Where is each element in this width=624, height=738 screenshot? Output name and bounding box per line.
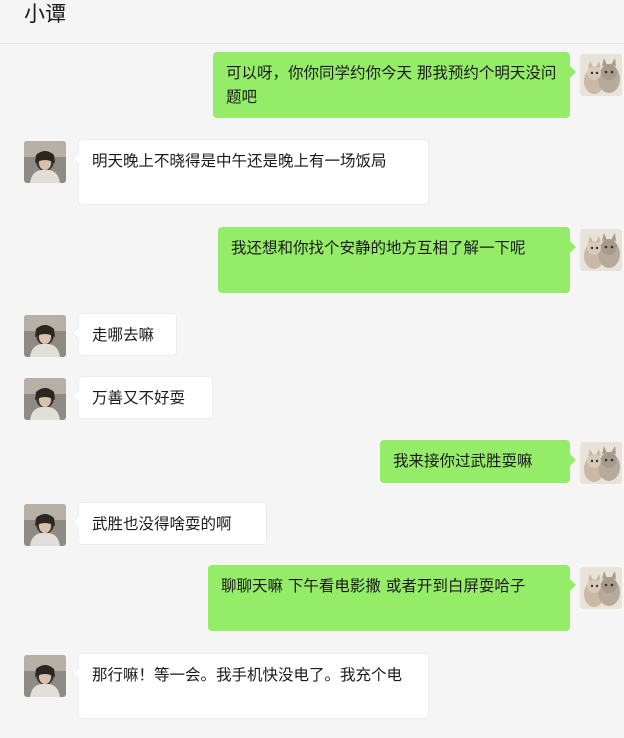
chat-title: 小谭: [24, 2, 66, 26]
message-text: 可以呀，你你同学约你今天 那我预约个明天没问题吧: [226, 64, 557, 106]
message-text: 万善又不好耍: [92, 389, 186, 407]
message-text: 明天晚上不晓得是中午还是晚上有一场饭局: [92, 152, 387, 170]
cat-avatar-icon[interactable]: [580, 567, 622, 609]
message-text: 聊聊天嘛 下午看电影撒 或者开到白屏耍哈子: [221, 577, 526, 595]
message-bubble-outgoing[interactable]: 我还想和你找个安静的地方互相了解一下呢: [218, 227, 576, 293]
message-text: 武胜也没得啥耍的啊: [92, 515, 232, 533]
cat-avatar-icon[interactable]: [580, 229, 622, 271]
message-text: 我来接你过武胜耍嘛: [393, 452, 533, 470]
message-bubble-outgoing[interactable]: 我来接你过武胜耍嘛: [380, 440, 576, 483]
person-avatar-icon[interactable]: [24, 141, 66, 183]
person-avatar-icon[interactable]: [24, 504, 66, 546]
chat-header: 小谭: [0, 0, 624, 44]
message-text: 那行嘛！等一会。我手机快没电了。我充个电: [92, 666, 403, 684]
person-avatar-icon[interactable]: [24, 655, 66, 697]
message-bubble-incoming[interactable]: 武胜也没得啥耍的啊: [72, 502, 267, 545]
message-text: 走哪去嘛: [92, 326, 155, 344]
message-bubble-incoming[interactable]: 那行嘛！等一会。我手机快没电了。我充个电: [72, 653, 429, 719]
message-bubble-outgoing[interactable]: 聊聊天嘛 下午看电影撒 或者开到白屏耍哈子: [208, 565, 576, 631]
message-bubble-incoming[interactable]: 万善又不好耍: [72, 376, 213, 419]
message-list[interactable]: 可以呀，你你同学约你今天 那我预约个明天没问题吧 明天晚上不晓得是中午还是晚上有…: [0, 45, 624, 738]
cat-avatar-icon[interactable]: [580, 54, 622, 96]
person-avatar-icon[interactable]: [24, 315, 66, 357]
message-bubble-incoming[interactable]: 走哪去嘛: [72, 313, 177, 356]
message-bubble-incoming[interactable]: 明天晚上不晓得是中午还是晚上有一场饭局: [72, 139, 429, 205]
person-avatar-icon[interactable]: [24, 378, 66, 420]
message-bubble-outgoing[interactable]: 可以呀，你你同学约你今天 那我预约个明天没问题吧: [213, 52, 576, 118]
cat-avatar-icon[interactable]: [580, 442, 622, 484]
message-text: 我还想和你找个安静的地方互相了解一下呢: [231, 239, 526, 257]
